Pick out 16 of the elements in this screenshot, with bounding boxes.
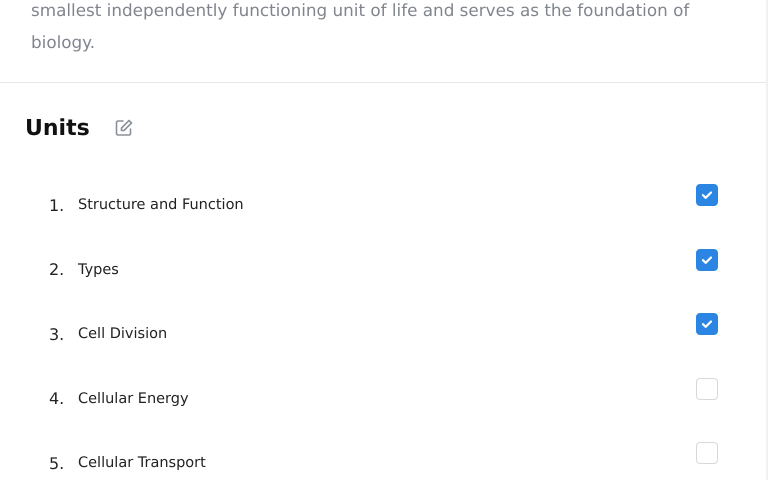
unit-label: Types bbox=[78, 262, 120, 278]
unit-label: Structure and Function bbox=[78, 197, 245, 214]
unit-label: Cellular Energy bbox=[78, 390, 190, 407]
unit-label: Cell Division bbox=[78, 326, 168, 342]
checkbox[interactable] bbox=[696, 184, 718, 206]
item-number: 5. bbox=[49, 454, 66, 473]
checkbox[interactable] bbox=[696, 248, 718, 271]
item-number: 1. bbox=[49, 196, 66, 215]
item-number: 4. bbox=[49, 389, 66, 408]
checkbox[interactable] bbox=[696, 313, 718, 336]
edit-icon[interactable] bbox=[114, 118, 134, 138]
item-number: 2. bbox=[49, 260, 66, 280]
section-title: Units bbox=[25, 116, 90, 140]
unit-label: Cellular Transport bbox=[78, 455, 207, 472]
item-number: 3. bbox=[49, 324, 66, 344]
description-text: smallest independently functioning unit of life and serves as the foundation of biology. bbox=[31, 0, 691, 54]
